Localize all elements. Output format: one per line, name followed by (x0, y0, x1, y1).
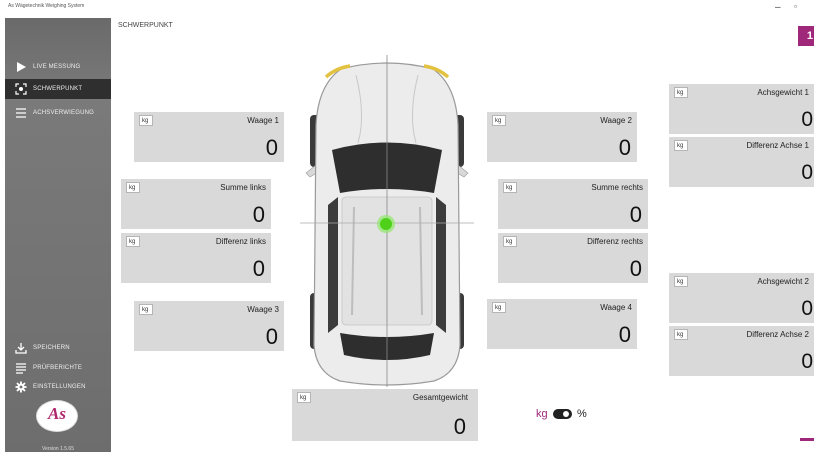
nav-pruefberichte[interactable]: PRÜFBERICHTE (5, 358, 111, 378)
sidebar: LIVE MESSUNG SCHWERPUNKT ACHSVERWIEGUNG … (5, 18, 111, 452)
box-label: Waage 1 (247, 116, 279, 125)
unit-label: kg (139, 304, 153, 315)
waage-1-box: kg Waage 1 0 (134, 112, 284, 162)
unit-label: kg (503, 182, 517, 193)
title-bar: As Wägetechnik Weighing System – ▫ (0, 0, 814, 18)
unit-label: kg (297, 392, 311, 403)
nav-schwerpunkt[interactable]: SCHWERPUNKT (5, 79, 111, 99)
box-value: 0 (801, 108, 813, 131)
gear-icon (15, 381, 27, 393)
toggle-percent-label: % (577, 408, 587, 420)
nav-label: EINSTELLUNGEN (33, 384, 86, 390)
summe-rechts-box: kg Summe rechts 0 (498, 179, 648, 229)
unit-label: kg (492, 302, 506, 313)
toggle-knob (563, 411, 569, 417)
box-value: 0 (265, 135, 278, 160)
differenz-achse-1-box: kg Differenz Achse 1 0 (669, 137, 814, 187)
box-label: Waage 4 (600, 303, 632, 312)
play-icon (17, 62, 26, 72)
box-value: 0 (453, 414, 466, 439)
version-label: Version 1.5.65 (42, 446, 74, 452)
box-label: Differenz Achse 2 (746, 330, 809, 339)
unit-label: kg (674, 87, 688, 98)
box-label: Summe rechts (591, 183, 643, 192)
report-lines-icon (16, 363, 26, 374)
achsgewicht-2-box: kg Achsgewicht 2 0 (669, 273, 814, 323)
differenz-links-box: kg Differenz links 0 (121, 233, 271, 283)
box-label: Differenz links (215, 237, 266, 246)
box-label: Achsgewicht 2 (757, 277, 809, 286)
box-value: 0 (629, 202, 642, 227)
waage-2-box: kg Waage 2 0 (487, 112, 637, 162)
box-value: 0 (618, 135, 631, 160)
nav-label: ACHSVERWIEGUNG (33, 110, 95, 116)
differenz-rechts-box: kg Differenz rechts 0 (498, 233, 648, 283)
unit-label: kg (126, 236, 140, 247)
box-value: 0 (629, 256, 642, 281)
nav-label: SCHWERPUNKT (33, 86, 83, 92)
nav-label: PRÜFBERICHTE (33, 365, 83, 371)
app-title: As Wägetechnik Weighing System (8, 3, 85, 9)
focus-target-icon (15, 83, 27, 95)
box-label: Achsgewicht 1 (757, 88, 809, 97)
box-value: 0 (252, 256, 265, 281)
logo-text: As (48, 404, 66, 423)
box-label: Gesamtgewicht (412, 393, 468, 402)
nav-speichern[interactable]: SPEICHERN (5, 338, 111, 358)
page-badge[interactable]: 1 (798, 26, 814, 46)
achsgewicht-1-box: kg Achsgewicht 1 0 (669, 84, 814, 134)
nav-label: SPEICHERN (33, 345, 70, 351)
box-value: 0 (801, 297, 813, 320)
box-label: Differenz Achse 1 (746, 141, 809, 150)
box-label: Waage 3 (247, 305, 279, 314)
box-value: 0 (801, 350, 813, 373)
page-title: SCHWERPUNKT (118, 22, 173, 29)
unit-label: kg (503, 236, 517, 247)
nav-achsverwiegung[interactable]: ACHSVERWIEGUNG (5, 103, 111, 123)
unit-label: kg (139, 115, 153, 126)
download-icon (15, 343, 27, 354)
nav-label: LIVE MESSUNG (33, 64, 81, 70)
box-label: Waage 2 (600, 116, 632, 125)
gesamtgewicht-box: kg Gesamtgewicht 0 (292, 389, 478, 441)
unit-label: kg (674, 329, 688, 340)
nav-einstellungen[interactable]: EINSTELLUNGEN (5, 377, 111, 397)
toggle-kg-label: kg (536, 408, 548, 420)
company-logo: As (36, 400, 78, 432)
unit-label: kg (674, 276, 688, 287)
car-top-view-illustration (300, 55, 474, 387)
differenz-achse-2-box: kg Differenz Achse 2 0 (669, 326, 814, 376)
minimize-button[interactable]: – (775, 2, 781, 13)
box-value: 0 (801, 161, 813, 184)
summe-links-box: kg Summe links 0 (121, 179, 271, 229)
maximize-button[interactable]: ▫ (794, 2, 797, 11)
box-label: Differenz rechts (587, 237, 643, 246)
unit-label: kg (126, 182, 140, 193)
box-value: 0 (252, 202, 265, 227)
unit-toggle-switch[interactable] (553, 409, 572, 419)
corner-accent (800, 438, 814, 441)
box-value: 0 (265, 324, 278, 349)
waage-4-box: kg Waage 4 0 (487, 299, 637, 349)
list-icon (16, 108, 26, 118)
nav-live-messung[interactable]: LIVE MESSUNG (5, 57, 111, 77)
unit-label: kg (492, 115, 506, 126)
box-label: Summe links (220, 183, 266, 192)
waage-3-box: kg Waage 3 0 (134, 301, 284, 351)
box-value: 0 (618, 322, 631, 347)
unit-label: kg (674, 140, 688, 151)
